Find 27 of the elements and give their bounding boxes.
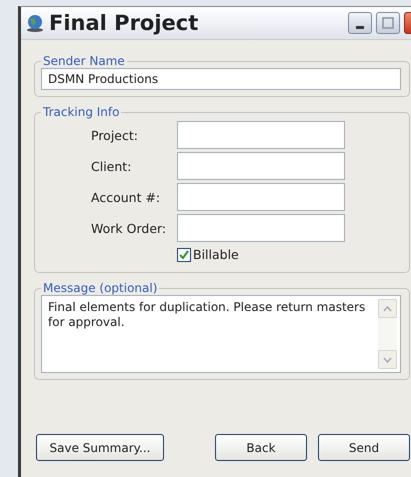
group-label: Message (optional)	[42, 281, 158, 295]
window-title: Final Project	[49, 11, 200, 35]
message-field[interactable]: Final elements for duplication. Please return masters for approval.	[41, 295, 401, 373]
input-field[interactable]	[177, 214, 345, 242]
minimize-icon	[356, 26, 364, 28]
dialog-button[interactable]: Back	[215, 434, 307, 461]
chevron-down-icon	[383, 356, 392, 362]
globe-icon	[25, 14, 45, 32]
field-label: Work Order:	[91, 220, 168, 236]
field-label: Project:	[91, 128, 139, 142]
minimize-button[interactable]	[348, 12, 372, 34]
dialog-button[interactable]: Save Summary...	[36, 434, 164, 461]
checkbox-label: Billable	[193, 247, 239, 262]
scroll-down-button[interactable]	[378, 350, 397, 369]
field-label: Account #:	[91, 190, 162, 204]
group-label: Sender Name	[42, 54, 126, 68]
chevron-up-icon	[383, 306, 392, 312]
dialog-button[interactable]: Send	[318, 434, 410, 461]
group-label: Tracking Info	[42, 105, 120, 119]
maximize-icon	[382, 17, 394, 29]
field-label: Client:	[91, 158, 132, 174]
input-field[interactable]	[177, 121, 345, 149]
input-field[interactable]	[177, 152, 345, 180]
input-field[interactable]	[177, 183, 345, 211]
sender-name-field[interactable]: DSMN Productions	[41, 68, 401, 90]
scroll-up-button[interactable]	[378, 299, 397, 318]
billable-checkbox[interactable]	[177, 248, 191, 262]
